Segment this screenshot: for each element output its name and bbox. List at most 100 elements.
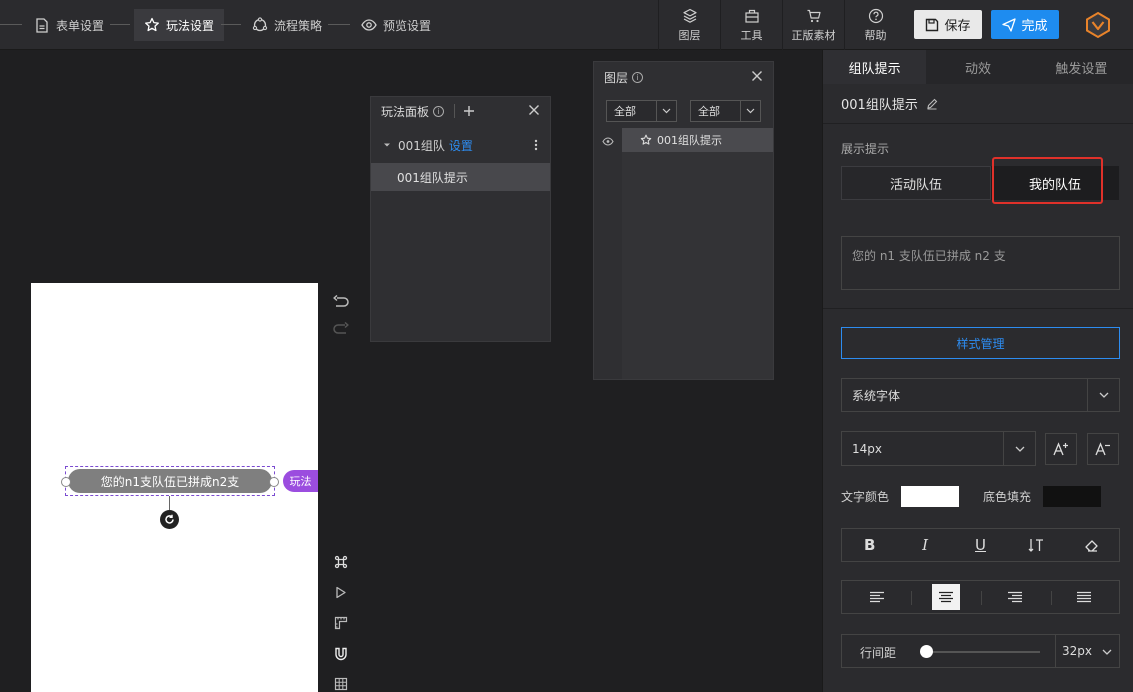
- tool-label: 工具: [740, 28, 763, 42]
- undo-button[interactable]: [331, 292, 351, 312]
- step-separator: [0, 24, 22, 25]
- brand-logo-icon: [1086, 11, 1110, 39]
- segment-active-team[interactable]: 活动队伍: [841, 166, 991, 200]
- team-tip-text: 您的n1支队伍已拼成n2支: [68, 469, 272, 493]
- caret-down-icon[interactable]: [383, 142, 391, 148]
- component-title: 001组队提示: [841, 98, 918, 113]
- font-family-value: 系统字体: [852, 388, 901, 403]
- step-play-settings[interactable]: 玩法设置: [134, 9, 225, 41]
- step-flow-strategy[interactable]: 流程策略: [252, 9, 322, 41]
- help-icon: [868, 8, 883, 23]
- align-left-icon: [869, 591, 884, 603]
- vertical-text-button[interactable]: [1008, 529, 1063, 561]
- style-manage-button[interactable]: 样式管理: [841, 327, 1120, 359]
- display-tip-label: 展示提示: [841, 142, 890, 156]
- rotate-handle[interactable]: [160, 510, 179, 529]
- step-label: 表单设置: [56, 18, 105, 33]
- align-center-icon: [938, 591, 953, 603]
- step-preview-settings[interactable]: 预览设置: [361, 9, 431, 41]
- ruler-button[interactable]: [331, 613, 351, 633]
- tab-animation[interactable]: 动效: [926, 50, 1029, 84]
- more-vertical-icon[interactable]: [534, 139, 538, 151]
- step-separator: [110, 24, 130, 25]
- align-justify-button[interactable]: [1050, 581, 1119, 613]
- properties-tabs: 组队提示 动效 触发设置: [823, 50, 1133, 84]
- layer-filter-select-2[interactable]: 全部: [690, 100, 761, 122]
- tool-layers[interactable]: 图层: [658, 0, 720, 50]
- tool-licensed-assets[interactable]: 正版素材: [782, 0, 844, 50]
- font-size-decrease-button[interactable]: [1087, 433, 1119, 465]
- bg-fill-label: 底色填充: [983, 490, 1032, 504]
- info-icon[interactable]: i: [632, 71, 644, 83]
- play-preview-button[interactable]: [331, 582, 351, 602]
- line-height-row: 行间距 32px: [841, 634, 1120, 668]
- tool-toolbox[interactable]: 工具: [720, 0, 782, 50]
- font-size-increase-button[interactable]: [1045, 433, 1077, 465]
- align-justify-icon: [1077, 591, 1092, 603]
- header-divider: [454, 104, 456, 118]
- italic-button[interactable]: I: [897, 529, 952, 561]
- step-label: 流程策略: [274, 18, 323, 33]
- redo-icon: [333, 322, 349, 334]
- group-settings-link[interactable]: 设置: [449, 137, 473, 154]
- resize-handle-left[interactable]: [61, 477, 71, 487]
- font-size-select[interactable]: 14px: [841, 431, 1036, 466]
- step-separator: [328, 24, 350, 25]
- tree-group-row[interactable]: 001组队 设置: [371, 127, 550, 163]
- underline-button[interactable]: U: [953, 529, 1008, 561]
- play-panel-header: 玩法面板 i: [371, 97, 550, 125]
- bg-fill-swatch[interactable]: [1043, 486, 1101, 507]
- tab-team-tip[interactable]: 组队提示: [823, 50, 927, 84]
- close-icon[interactable]: [528, 104, 540, 116]
- info-icon[interactable]: i: [433, 105, 445, 117]
- play-panel: 玩法面板 i 001组队 设置 001组队提示: [370, 96, 551, 342]
- tab-trigger-settings[interactable]: 触发设置: [1030, 50, 1133, 84]
- play-tag[interactable]: 玩法: [283, 470, 318, 492]
- done-label: 完成: [1021, 19, 1048, 34]
- step-label: 玩法设置: [166, 18, 215, 33]
- italic-icon: I: [922, 536, 929, 554]
- save-button[interactable]: 保存: [914, 10, 982, 39]
- step-label: 预览设置: [383, 18, 432, 33]
- line-height-slider-track[interactable]: [926, 651, 1040, 653]
- add-icon[interactable]: [463, 105, 475, 117]
- done-button[interactable]: 完成: [991, 10, 1059, 39]
- tip-text-input[interactable]: 您的 n1 支队伍已拼成 n2 支: [841, 236, 1120, 290]
- align-right-button[interactable]: [981, 581, 1050, 613]
- chevron-down-icon[interactable]: [1102, 649, 1112, 655]
- line-height-value[interactable]: 32px: [1062, 644, 1092, 658]
- filter-value: 全部: [614, 105, 636, 118]
- tool-help[interactable]: 帮助: [844, 0, 906, 50]
- bold-button[interactable]: B: [842, 529, 897, 561]
- tool-label: 帮助: [864, 28, 887, 42]
- tree-child-row[interactable]: 001组队提示: [371, 163, 550, 191]
- step-form-settings[interactable]: 表单设置: [34, 9, 104, 41]
- eye-icon: [361, 17, 377, 33]
- document-icon: [34, 17, 50, 33]
- text-color-swatch[interactable]: [901, 486, 959, 507]
- layer-item[interactable]: 001组队提示: [622, 128, 773, 152]
- align-left-button[interactable]: [842, 581, 911, 613]
- eye-icon[interactable]: [602, 137, 614, 146]
- font-family-select[interactable]: 系统字体: [841, 378, 1120, 412]
- edit-icon[interactable]: [926, 98, 938, 110]
- align-center-button[interactable]: [911, 581, 980, 613]
- layer-filter-select-1[interactable]: 全部: [606, 100, 677, 122]
- magnet-button[interactable]: [331, 644, 351, 664]
- resize-handle-right[interactable]: [269, 477, 279, 487]
- bold-icon: B: [863, 536, 876, 554]
- close-icon[interactable]: [751, 70, 763, 82]
- flow-icon: [252, 17, 268, 33]
- properties-panel: 组队提示 动效 触发设置 001组队提示 展示提示 活动队伍 我的队伍 您的 n…: [822, 50, 1133, 692]
- font-increase-icon: [1053, 442, 1068, 456]
- divider: [823, 123, 1133, 124]
- clear-format-button[interactable]: [1064, 529, 1119, 561]
- chevron-down-icon: [656, 101, 676, 121]
- team-tip-element[interactable]: 您的n1支队伍已拼成n2支: [61, 466, 279, 496]
- rotate-icon: [165, 514, 174, 524]
- grid-button[interactable]: [331, 674, 351, 692]
- shortcut-button[interactable]: [331, 552, 351, 572]
- align-right-icon: [1008, 591, 1023, 603]
- line-height-slider-thumb[interactable]: [920, 645, 933, 658]
- redo-button[interactable]: [331, 319, 351, 339]
